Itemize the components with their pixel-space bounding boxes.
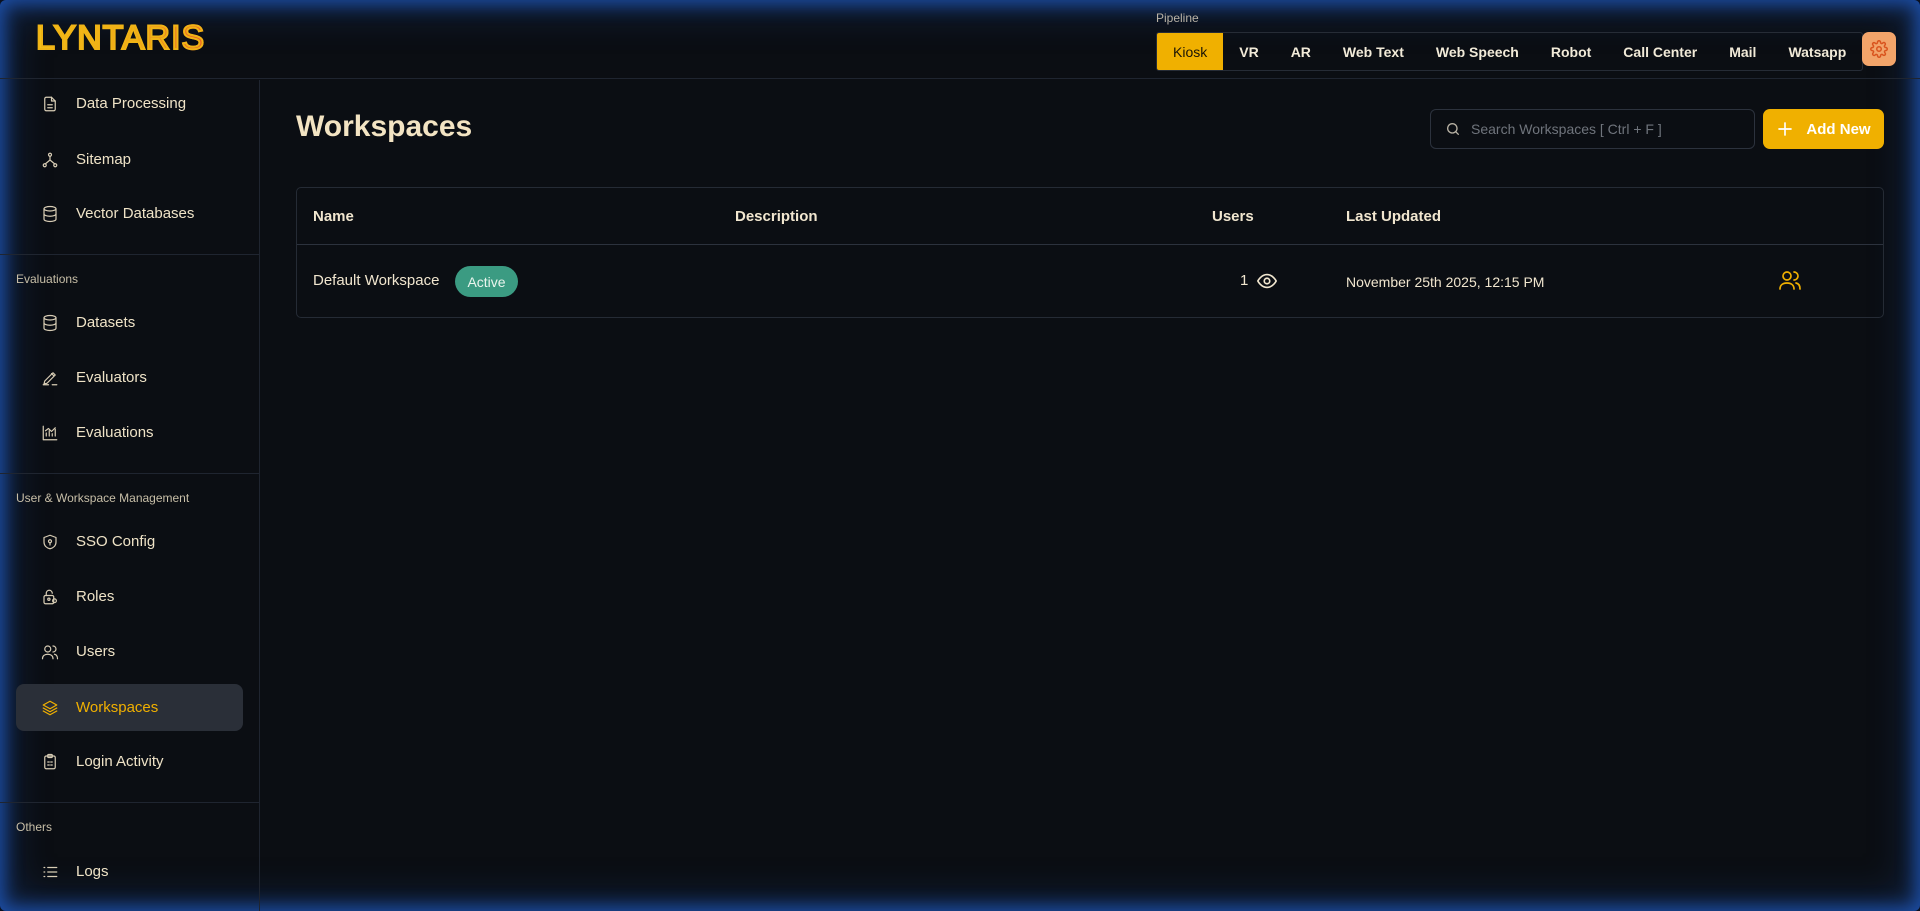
sidebar-item-data-processing[interactable]: Data Processing	[16, 80, 243, 127]
manage-users-icon[interactable]	[1778, 268, 1802, 297]
sidebar: Data Processing Sitemap Vector Databases…	[0, 80, 260, 911]
sidebar-item-label: Users	[76, 643, 116, 660]
pipeline-tab-ar[interactable]: AR	[1275, 33, 1327, 70]
pipeline-tab-web-speech[interactable]: Web Speech	[1420, 33, 1535, 70]
column-header-description[interactable]: Description	[735, 208, 818, 225]
sidebar-item-logs[interactable]: Logs	[16, 848, 243, 895]
sidebar-item-label: Sitemap	[76, 151, 132, 168]
settings-button[interactable]	[1862, 32, 1896, 66]
sidebar-item-label: Evaluators	[76, 369, 147, 386]
sidebar-item-label: SSO Config	[76, 533, 156, 550]
workspaces-table: Name Description Users Last Updated Defa…	[296, 187, 1884, 318]
add-new-button[interactable]: Add New	[1763, 109, 1884, 149]
pipeline-tabs: Kiosk VR AR Web Text Web Speech Robot Ca…	[1156, 32, 1864, 71]
users-icon	[40, 642, 60, 662]
last-updated: November 25th 2025, 12:15 PM	[1346, 274, 1545, 290]
pipeline-tab-kiosk[interactable]: Kiosk	[1157, 33, 1224, 70]
pipeline-tab-robot[interactable]: Robot	[1535, 33, 1607, 70]
search-icon	[1447, 123, 1459, 135]
sidebar-item-evaluators[interactable]: Evaluators	[16, 354, 243, 401]
table-header: Name Description Users Last Updated	[297, 188, 1883, 245]
sidebar-divider	[0, 802, 260, 803]
sidebar-item-datasets[interactable]: Datasets	[16, 299, 243, 346]
pen-ruler-icon	[40, 368, 60, 388]
sitemap-icon	[40, 150, 60, 170]
sidebar-item-label: Roles	[76, 588, 115, 605]
lock-user-icon	[40, 587, 60, 607]
pipeline-tab-vr[interactable]: VR	[1223, 33, 1274, 70]
sidebar-item-label: Login Activity	[76, 753, 164, 770]
sidebar-divider	[0, 254, 260, 255]
status-badge: Active	[455, 266, 518, 297]
sidebar-item-workspaces[interactable]: Workspaces	[16, 684, 243, 731]
sidebar-item-label: Vector Databases	[76, 205, 195, 222]
file-icon	[40, 94, 60, 114]
pipeline-tab-mail[interactable]: Mail	[1713, 33, 1772, 70]
sidebar-item-label: Evaluations	[76, 424, 154, 441]
column-header-name[interactable]: Name	[313, 208, 354, 225]
section-label-user-workspace: User & Workspace Management	[16, 491, 190, 505]
search-box[interactable]	[1430, 109, 1755, 149]
section-label-others: Others	[16, 820, 53, 834]
layers-icon	[40, 698, 60, 718]
pipeline-tab-watsapp[interactable]: Watsapp	[1772, 33, 1862, 70]
section-label-evaluations: Evaluations	[16, 272, 79, 286]
shield-icon	[40, 532, 60, 552]
brand-logo[interactable]: LYNTARIS	[35, 19, 205, 57]
sidebar-item-vector-databases[interactable]: Vector Databases	[16, 190, 243, 237]
top-header: LYNTARIS Pipeline Kiosk VR AR Web Text W…	[0, 0, 1920, 79]
plus-icon	[1776, 120, 1794, 138]
sidebar-divider	[0, 473, 260, 474]
database-icon	[40, 204, 60, 224]
page-title: Workspaces	[296, 110, 473, 143]
gear-icon	[1870, 40, 1888, 58]
sidebar-item-login-activity[interactable]: Login Activity	[16, 738, 243, 785]
column-header-last-updated[interactable]: Last Updated	[1346, 208, 1441, 225]
add-new-label: Add New	[1806, 120, 1871, 138]
list-icon	[40, 862, 60, 882]
database-icon	[40, 313, 60, 333]
sidebar-item-label: Data Processing	[76, 95, 187, 112]
sidebar-item-label: Datasets	[76, 314, 136, 331]
chart-icon	[40, 423, 60, 443]
eye-icon[interactable]	[1256, 270, 1278, 297]
clipboard-icon	[40, 752, 60, 772]
app-window: LYNTARIS Pipeline Kiosk VR AR Web Text W…	[0, 0, 1920, 911]
sidebar-item-evaluations[interactable]: Evaluations	[16, 409, 243, 456]
sidebar-item-sso-config[interactable]: SSO Config	[16, 518, 243, 565]
sidebar-item-users[interactable]: Users	[16, 628, 243, 675]
pipeline-label: Pipeline	[1156, 11, 1199, 25]
workspace-name[interactable]: Default Workspace	[313, 272, 439, 289]
pipeline-tab-call-center[interactable]: Call Center	[1607, 33, 1713, 70]
sidebar-item-label: Logs	[76, 863, 109, 880]
column-header-users[interactable]: Users	[1212, 208, 1254, 225]
pipeline-tab-web-text[interactable]: Web Text	[1327, 33, 1420, 70]
sidebar-item-roles[interactable]: Roles	[16, 573, 243, 620]
sidebar-item-label: Workspaces	[76, 699, 159, 716]
sidebar-item-sitemap[interactable]: Sitemap	[16, 136, 243, 183]
search-input[interactable]	[1471, 121, 1741, 137]
users-count: 1	[1240, 272, 1249, 289]
